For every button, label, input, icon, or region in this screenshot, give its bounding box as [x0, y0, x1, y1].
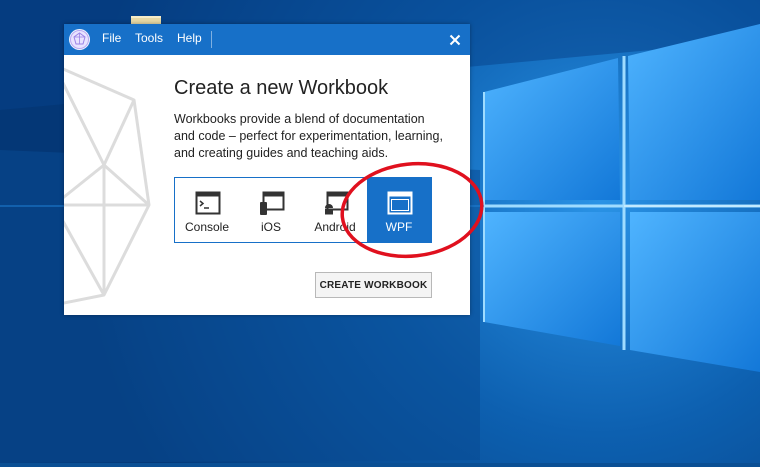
dialog-heading: Create a new Workbook — [174, 77, 389, 99]
workbook-type-label: Android — [314, 220, 356, 234]
workbook-type-ios[interactable]: iOS — [239, 178, 303, 242]
workbook-type-label: iOS — [260, 220, 281, 234]
workbook-type-selector: Console iOS Android WPF — [174, 177, 432, 243]
menu-file[interactable]: File — [102, 31, 121, 45]
polyhedron-decoration — [64, 67, 151, 305]
menu-tools[interactable]: Tools — [135, 31, 163, 45]
workbook-type-label: Console — [184, 220, 230, 234]
workbook-type-label: WPF — [385, 220, 413, 234]
workbook-type-wpf[interactable]: WPF — [367, 178, 431, 242]
wpf-window-icon — [387, 191, 413, 215]
ios-device-icon — [260, 191, 285, 215]
console-icon — [195, 191, 221, 215]
workbook-type-console[interactable]: Console — [175, 178, 239, 242]
workbook-type-android[interactable]: Android — [303, 178, 367, 242]
android-icon — [325, 191, 349, 215]
create-workbook-button[interactable]: CREATE WORKBOOK — [315, 272, 432, 298]
menu-help[interactable]: Help — [177, 31, 202, 45]
title-bar[interactable]: File Tools Help — [64, 24, 470, 55]
dialog-description: Workbooks provide a blend of documentati… — [174, 112, 443, 160]
close-icon — [449, 34, 461, 46]
workbooks-window: File Tools Help Create a new Workbook Wo… — [64, 24, 470, 315]
menu-separator — [211, 31, 212, 48]
app-logo-icon — [69, 29, 90, 50]
close-button[interactable] — [444, 29, 466, 51]
dialog-content: Create a new Workbook Workbooks provide … — [64, 55, 470, 315]
